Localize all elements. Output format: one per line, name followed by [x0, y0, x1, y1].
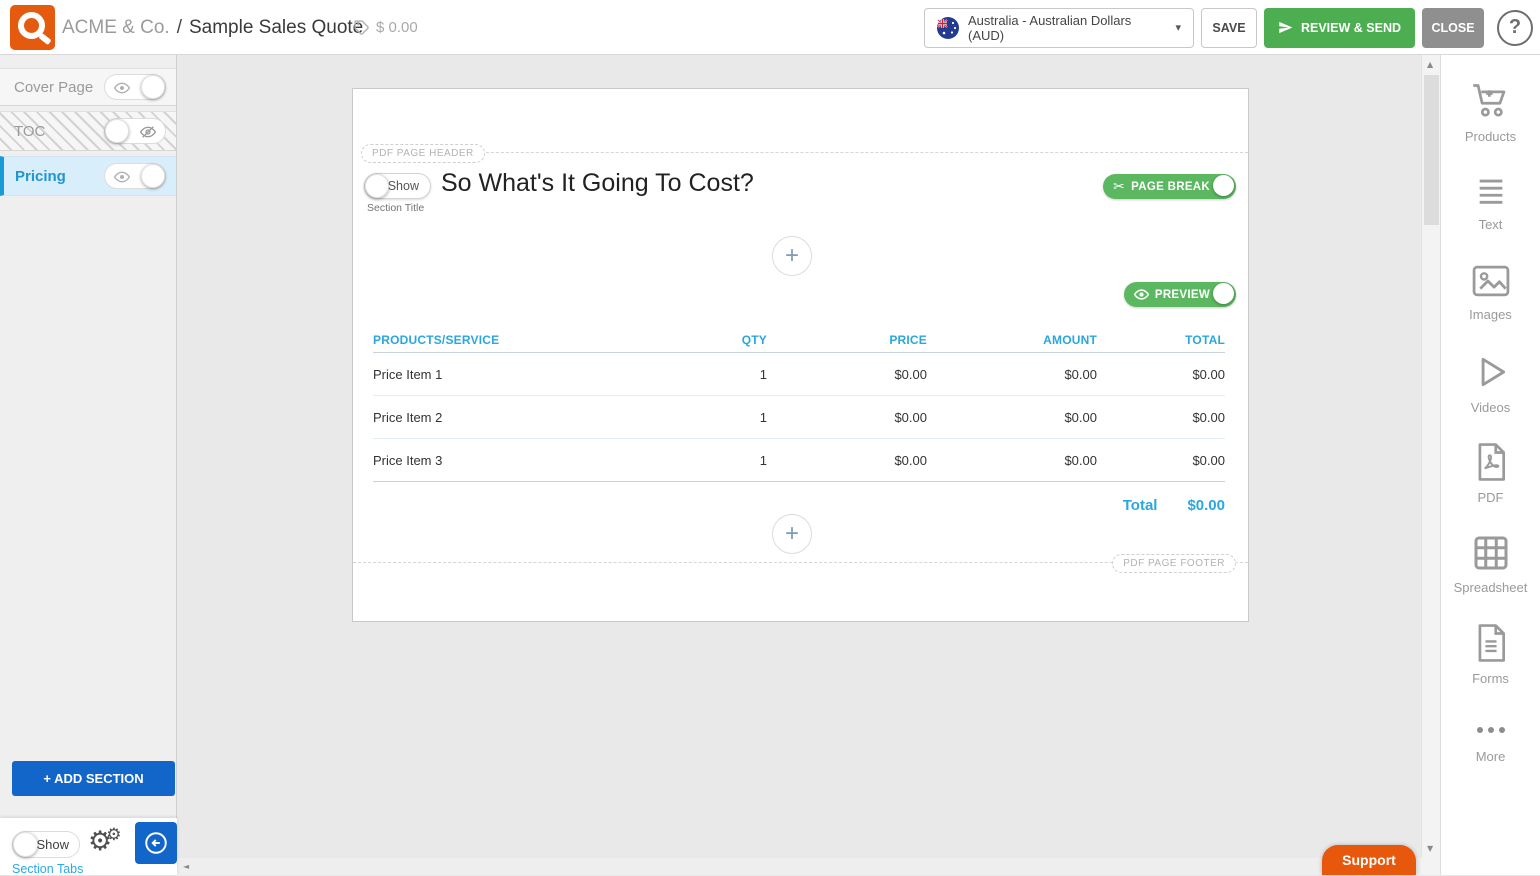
quote-title[interactable]: Sample Sales Quote	[189, 17, 363, 39]
section-label: TOC	[14, 123, 104, 140]
table-row[interactable]: Price Item 2 1 $0.00 $0.00 $0.00	[373, 396, 1225, 439]
eye-icon	[114, 169, 130, 185]
scissors-icon: ✂	[1113, 179, 1125, 195]
col-amount: AMOUNT	[927, 333, 1097, 347]
review-send-button[interactable]: REVIEW & SEND	[1264, 8, 1415, 48]
sections-sidebar: Cover Page TOC Pricing	[0, 55, 177, 875]
pdf-page-footer-label: PDF PAGE FOOTER	[1112, 554, 1236, 573]
scroll-left-icon[interactable]: ◄	[183, 862, 189, 871]
tag-icon	[353, 19, 370, 36]
toolbox-item-forms[interactable]: Forms	[1441, 610, 1540, 701]
section-title-show-toggle[interactable]: Show	[364, 173, 431, 199]
col-price: PRICE	[767, 333, 927, 347]
col-total: TOTAL	[1097, 333, 1225, 347]
quote-value: $ 0.00	[353, 0, 418, 55]
quote-value-text: $ 0.00	[376, 19, 418, 36]
table-row[interactable]: Price Item 1 1 $0.00 $0.00 $0.00	[373, 353, 1225, 396]
settings-gears-icon[interactable]: ⚙⚙	[88, 826, 127, 857]
save-button[interactable]: SAVE	[1201, 8, 1257, 48]
eye-icon	[1134, 287, 1149, 302]
send-plane-icon	[1278, 20, 1293, 35]
arrow-left-circle-icon	[143, 830, 169, 856]
form-file-icon	[1474, 624, 1508, 662]
toc-visibility-toggle[interactable]	[104, 118, 166, 144]
currency-dropdown[interactable]: Australia - Australian Dollars (AUD) ▾	[924, 8, 1194, 48]
quote-page: PDF PAGE HEADER Show So What's It Going …	[352, 88, 1249, 622]
sidebar-item-cover-page[interactable]: Cover Page	[0, 68, 176, 106]
currency-selected: Australia - Australian Dollars (AUD)	[968, 13, 1166, 43]
image-icon	[1471, 264, 1511, 298]
section-label: Pricing	[15, 168, 104, 185]
breadcrumb: ACME & Co. / Sample Sales Quote	[62, 0, 363, 55]
section-tabs-show-toggle[interactable]: Show	[12, 831, 80, 858]
toolbox-item-videos[interactable]: Videos	[1441, 339, 1540, 430]
pricing-table: PRODUCTS/SERVICE QTY PRICE AMOUNT TOTAL …	[373, 327, 1225, 516]
company-name[interactable]: ACME & Co.	[62, 17, 170, 39]
add-section-button[interactable]: + ADD SECTION	[12, 761, 175, 796]
toolbox-item-images[interactable]: Images	[1441, 248, 1540, 339]
col-products-service: PRODUCTS/SERVICE	[373, 333, 667, 347]
toolbox-item-products[interactable]: Products	[1441, 67, 1540, 158]
section-title-text[interactable]: So What's It Going To Cost?	[441, 169, 754, 198]
horizontal-scrollbar[interactable]: ◄ ►	[177, 858, 1421, 875]
page-break-toggle[interactable]: ✂ PAGE BREAK	[1103, 174, 1236, 199]
vertical-scrollbar[interactable]: ▲ ▼	[1421, 55, 1440, 858]
help-button[interactable]: ?	[1497, 10, 1533, 46]
section-label: Cover Page	[14, 79, 104, 96]
total-label: Total	[1123, 497, 1158, 514]
section-title-caption: Section Title	[367, 202, 424, 214]
toolbox-item-spreadsheet[interactable]: Spreadsheet	[1441, 520, 1540, 611]
australia-flag-icon	[937, 17, 959, 39]
scrollbar-corner	[1421, 858, 1440, 875]
pdf-file-icon	[1474, 443, 1508, 481]
table-row[interactable]: Price Item 3 1 $0.00 $0.00 $0.00	[373, 439, 1225, 482]
content-toolbox: Products Text Images Videos PDF	[1440, 55, 1540, 875]
toolbox-item-more[interactable]: More	[1441, 701, 1540, 792]
collapse-sidebar-button[interactable]	[135, 822, 177, 864]
add-content-button-top[interactable]: +	[772, 236, 812, 276]
eye-icon	[114, 80, 130, 96]
sidebar-item-pricing[interactable]: Pricing	[0, 156, 176, 196]
spreadsheet-grid-icon	[1472, 535, 1510, 571]
chevron-down-icon: ▾	[1175, 21, 1181, 34]
pricing-table-header: PRODUCTS/SERVICE QTY PRICE AMOUNT TOTAL	[373, 327, 1225, 353]
text-lines-icon	[1473, 174, 1509, 208]
play-icon	[1472, 353, 1510, 391]
top-bar: ACME & Co. / Sample Sales Quote $ 0.00 A…	[0, 0, 1540, 55]
close-button[interactable]: CLOSE	[1422, 8, 1484, 48]
sidebar-footer: Show ⚙⚙ Section Tabs	[0, 818, 177, 875]
cover-page-visibility-toggle[interactable]	[104, 74, 166, 100]
sidebar-item-toc[interactable]: TOC	[0, 111, 176, 151]
total-value: $0.00	[1187, 497, 1225, 514]
toolbox-item-text[interactable]: Text	[1441, 158, 1540, 249]
pricing-visibility-toggle[interactable]	[104, 163, 166, 189]
quotient-logo[interactable]	[10, 5, 55, 50]
scroll-up-icon[interactable]: ▲	[1427, 60, 1433, 69]
cart-plus-icon	[1470, 80, 1512, 120]
table-total-row: Total $0.00	[373, 494, 1225, 516]
pdf-page-header-label: PDF PAGE HEADER	[361, 144, 485, 163]
pdf-header-divider	[361, 152, 1248, 153]
support-button[interactable]: Support	[1322, 845, 1416, 875]
preview-toggle[interactable]: PREVIEW	[1124, 282, 1236, 307]
add-content-button-bottom[interactable]: +	[772, 514, 812, 554]
toolbox-item-pdf[interactable]: PDF	[1441, 429, 1540, 520]
section-tabs-label: Section Tabs	[12, 862, 83, 876]
col-qty: QTY	[667, 333, 767, 347]
editor-canvas: PDF PAGE HEADER Show So What's It Going …	[177, 55, 1421, 858]
eye-off-icon	[140, 124, 156, 140]
scroll-down-icon[interactable]: ▼	[1427, 844, 1433, 853]
ellipsis-icon	[1477, 727, 1505, 733]
vertical-scroll-thumb[interactable]	[1424, 75, 1439, 225]
